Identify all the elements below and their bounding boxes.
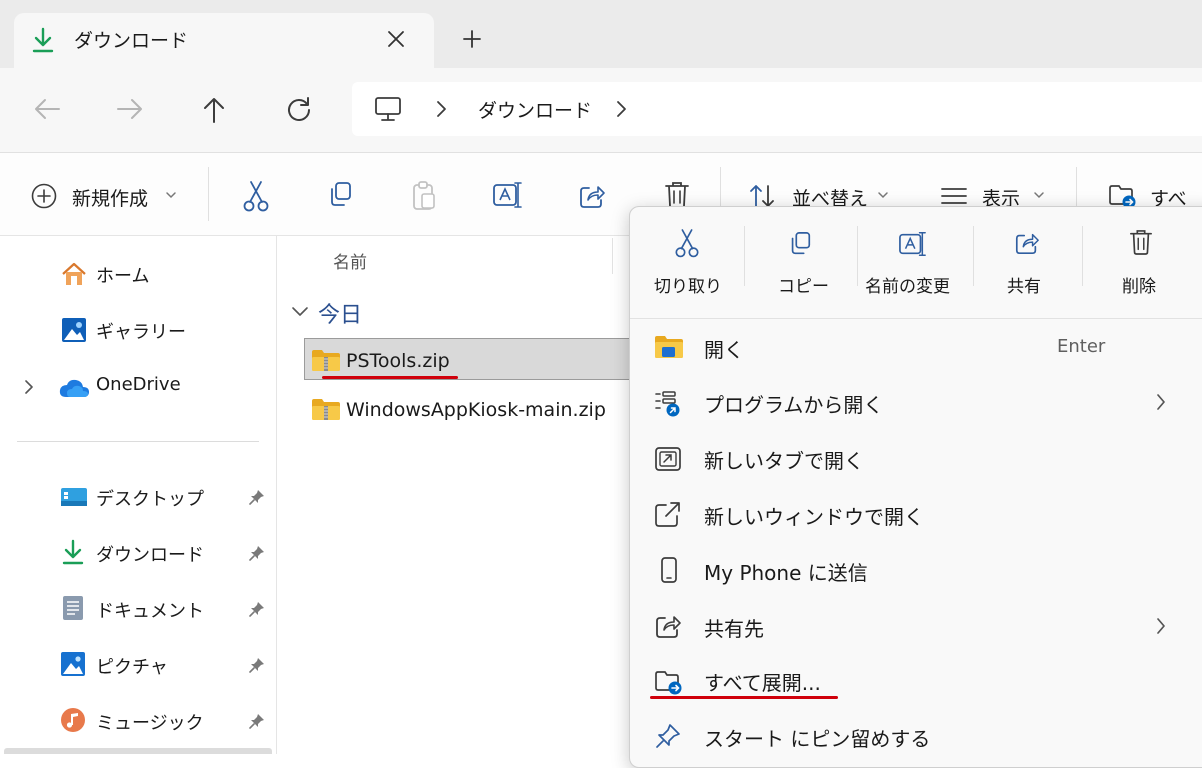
toolbar-separator [208, 167, 209, 221]
pin-start-icon [654, 722, 682, 750]
context-cut-button[interactable]: 切り取り [654, 272, 722, 297]
onedrive-cloud-icon [58, 377, 90, 399]
back-arrow-icon[interactable] [33, 96, 61, 122]
nav-item-selected[interactable] [4, 748, 272, 754]
zip-folder-icon [311, 397, 341, 421]
rename-icon[interactable] [492, 180, 524, 210]
pin-icon[interactable] [248, 712, 266, 730]
new-plus-icon[interactable] [30, 182, 58, 210]
menu-item-pin-start[interactable]: スタート にピン留めする [704, 723, 930, 752]
column-separator[interactable] [612, 238, 613, 274]
context-copy-button[interactable]: コピー [778, 272, 829, 297]
new-tab-icon[interactable] [462, 29, 482, 49]
context-share-button[interactable]: 共有 [1007, 272, 1041, 297]
group-collapse-chevron-icon[interactable] [290, 303, 310, 319]
quick-action-separator [857, 226, 858, 286]
zip-folder-icon [311, 348, 341, 372]
music-icon [60, 707, 86, 733]
menu-item-open-with[interactable]: プログラムから開く [704, 389, 883, 418]
rename-icon[interactable] [898, 230, 928, 258]
forward-arrow-icon[interactable] [116, 96, 144, 122]
new-window-icon [654, 502, 682, 528]
this-pc-icon [374, 96, 402, 122]
share-icon [654, 612, 682, 640]
menu-item-send-phone[interactable]: My Phone に送信 [704, 557, 868, 586]
file-name-windowsappkiosk[interactable]: WindowsAppKiosk-main.zip [346, 399, 606, 421]
nav-item-music[interactable]: ミュージック [96, 709, 204, 735]
open-with-icon [654, 390, 682, 418]
menu-item-open-new-tab[interactable]: 新しいタブで開く [704, 445, 864, 474]
submenu-chevron-icon [1154, 391, 1168, 413]
nav-item-desktop[interactable]: デスクトップ [96, 485, 204, 511]
share-icon[interactable] [578, 182, 606, 210]
nav-item-gallery[interactable]: ギャラリー [96, 318, 186, 344]
close-icon[interactable] [386, 29, 406, 49]
nav-item-pictures[interactable]: ピクチャ [96, 653, 168, 679]
quick-action-separator [973, 226, 974, 286]
phone-icon [660, 556, 678, 584]
menu-item-open-shortcut: Enter [1057, 336, 1106, 357]
share-icon[interactable] [1014, 230, 1040, 256]
pin-icon[interactable] [248, 544, 266, 562]
view-list-icon[interactable] [940, 185, 968, 207]
chevron-down-icon [876, 190, 890, 200]
nav-item-downloads[interactable]: ダウンロード [96, 541, 204, 567]
nav-divider [17, 441, 259, 442]
pictures-icon [60, 651, 86, 677]
home-icon [60, 261, 88, 287]
group-header-today[interactable]: 今日 [318, 297, 362, 329]
nav-item-onedrive[interactable]: OneDrive [96, 374, 181, 395]
gallery-icon [60, 316, 88, 344]
pin-icon[interactable] [248, 600, 266, 618]
file-name-pstools[interactable]: PSTools.zip [346, 350, 450, 372]
download-icon [62, 539, 84, 565]
tab-title: ダウンロード [74, 30, 189, 52]
pin-icon[interactable] [248, 488, 266, 506]
submenu-chevron-icon [1154, 615, 1168, 637]
menu-item-extract-all[interactable]: すべて展開... [704, 667, 821, 696]
paste-icon[interactable] [410, 180, 438, 212]
context-divider [630, 318, 1202, 319]
delete-icon[interactable] [1129, 228, 1153, 256]
cut-icon[interactable] [674, 228, 700, 258]
column-header-name[interactable]: 名前 [333, 248, 367, 273]
breadcrumb-chevron-icon[interactable] [614, 99, 628, 119]
document-icon [62, 595, 84, 621]
breadcrumb-downloads[interactable]: ダウンロード [478, 96, 592, 123]
open-folder-icon [654, 334, 684, 360]
quick-action-separator [1082, 226, 1083, 286]
menu-item-open-new-window[interactable]: 新しいウィンドウで開く [704, 501, 924, 530]
chevron-down-icon [164, 190, 178, 200]
extract-all-icon [654, 668, 684, 696]
up-arrow-icon[interactable] [201, 96, 227, 124]
red-underline-annotation [322, 376, 458, 379]
refresh-icon[interactable] [286, 96, 312, 122]
new-tab-icon [654, 446, 682, 472]
expand-chevron-icon[interactable] [22, 378, 36, 396]
context-rename-button[interactable]: 名前の変更 [865, 272, 950, 297]
menu-item-share-to[interactable]: 共有先 [704, 613, 764, 642]
chevron-down-icon [1032, 190, 1046, 200]
menu-item-open[interactable]: 開く [704, 334, 744, 363]
new-button[interactable]: 新規作成 [72, 184, 148, 211]
quick-action-separator [744, 226, 745, 286]
download-icon [32, 27, 54, 53]
desktop-icon [60, 487, 88, 507]
pin-icon[interactable] [248, 656, 266, 674]
cut-icon[interactable] [242, 180, 270, 212]
breadcrumb-chevron-icon[interactable] [434, 99, 448, 119]
copy-icon[interactable] [787, 230, 813, 258]
context-delete-button[interactable]: 削除 [1122, 272, 1156, 297]
copy-icon[interactable] [326, 180, 354, 210]
nav-item-documents[interactable]: ドキュメント [96, 597, 204, 623]
nav-item-home[interactable]: ホーム [96, 262, 149, 288]
red-underline-annotation [650, 696, 838, 699]
